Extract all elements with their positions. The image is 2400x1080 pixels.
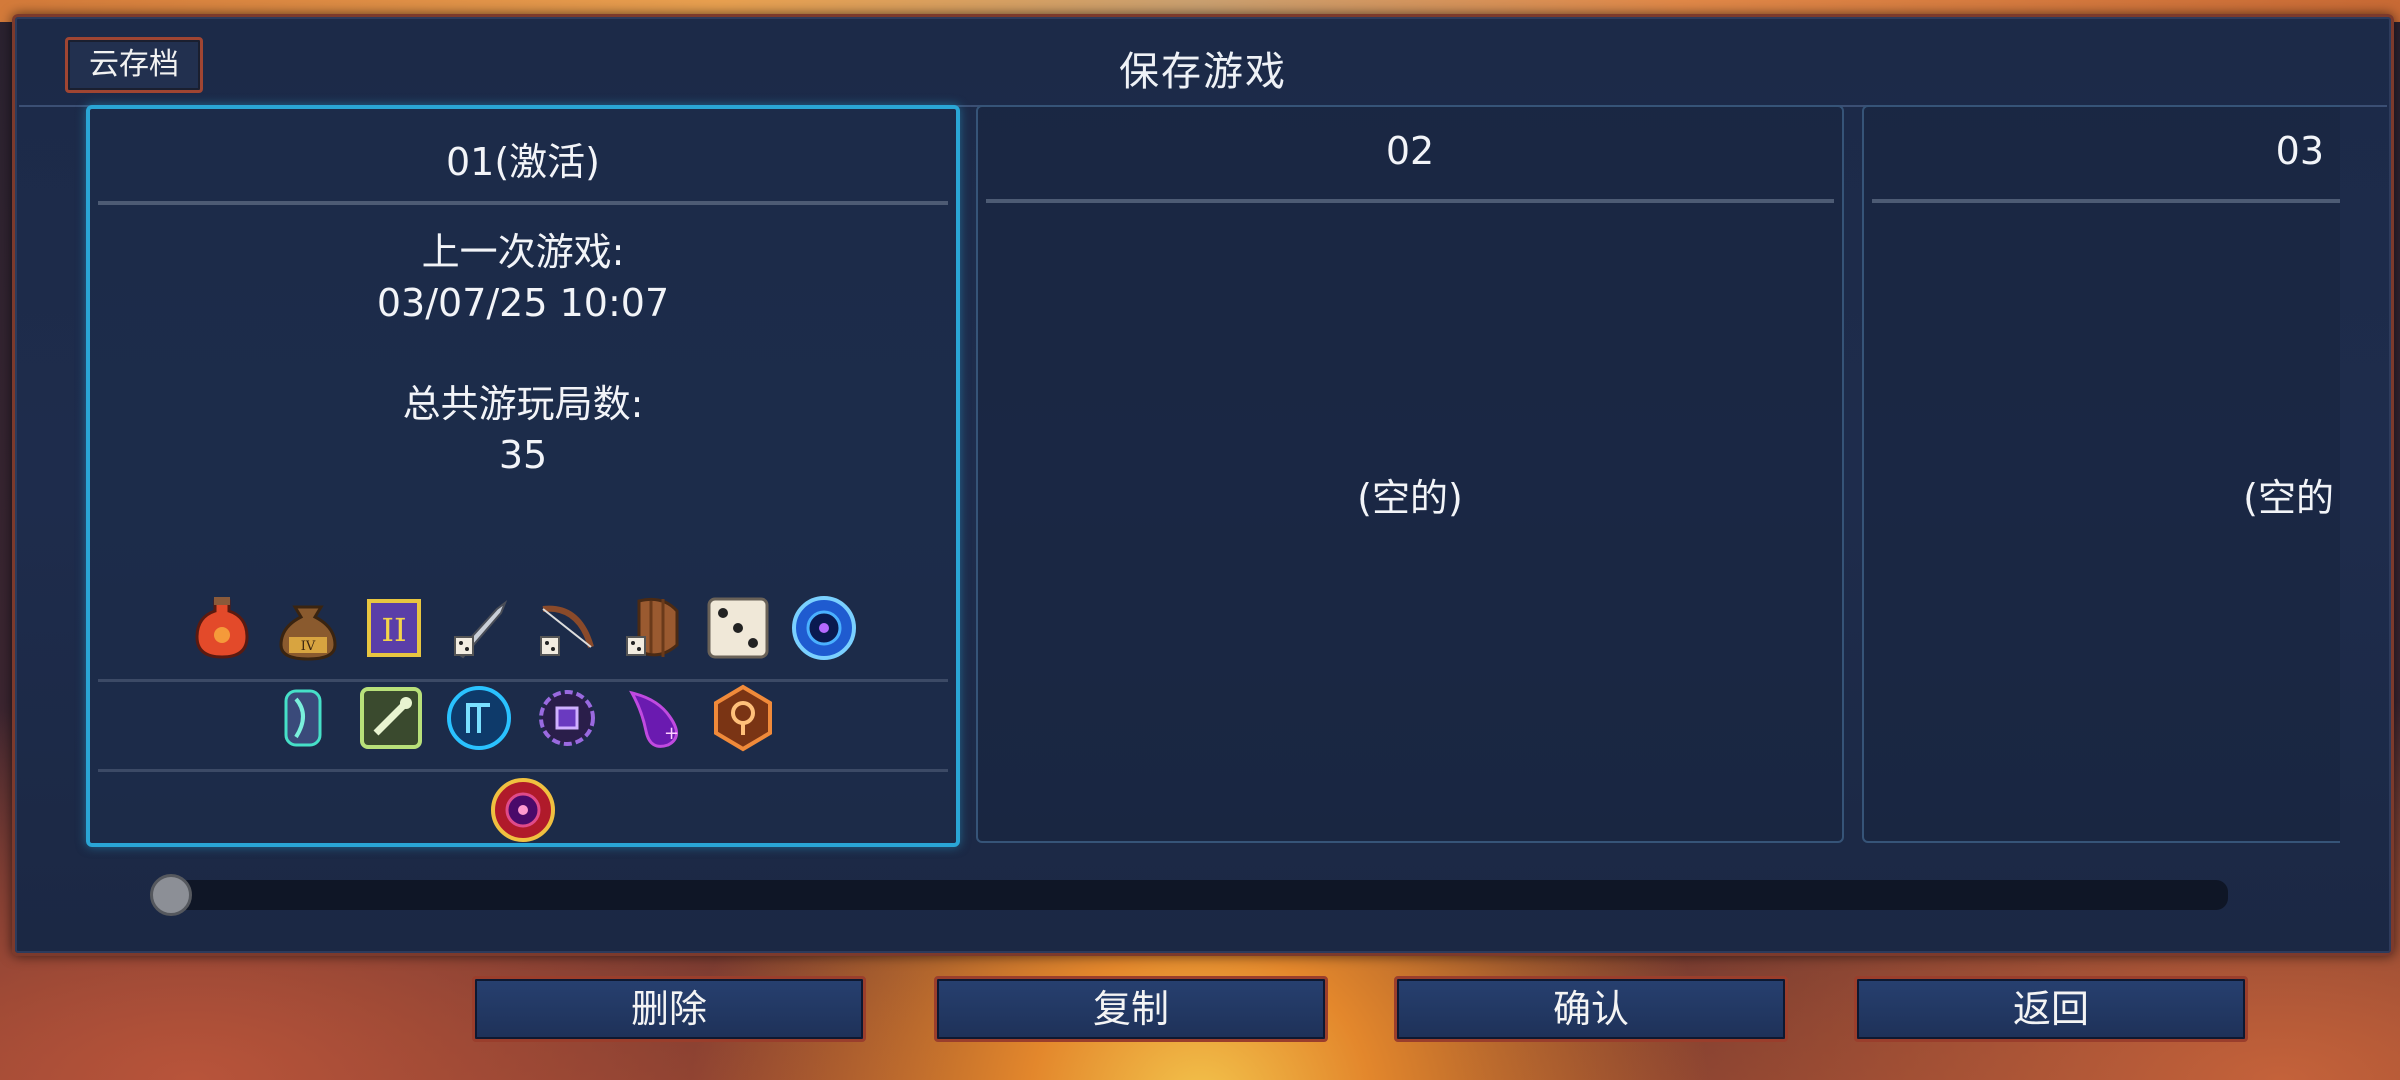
save-slot-01[interactable]: 01(激活) 上一次游戏: 03/07/25 10:07 总共游玩局数: 35 …	[86, 105, 960, 847]
svg-text:IV: IV	[301, 639, 316, 654]
purple-gear-rune-icon	[530, 681, 604, 755]
blue-rune-icon	[442, 681, 516, 755]
slot-title: 03	[2275, 129, 2324, 173]
rune-row-divider	[98, 769, 948, 772]
delete-button[interactable]: 删除	[472, 976, 866, 1042]
scrollbar-knob[interactable]	[150, 874, 192, 916]
page-title: 保存游戏	[1119, 49, 1287, 95]
slot-divider	[986, 199, 1834, 203]
vine-rune-icon	[266, 681, 340, 755]
last-played-label: 上一次游戏:	[421, 230, 625, 274]
confirm-button[interactable]: 确认	[1394, 976, 1788, 1042]
bow-icon	[529, 591, 603, 665]
shield-icon	[615, 591, 689, 665]
money-bag-icon: IV	[271, 591, 345, 665]
sword-icon	[443, 591, 517, 665]
dice-icon	[701, 591, 775, 665]
red-potion-icon	[185, 591, 259, 665]
total-runs-label: 总共游玩局数:	[402, 382, 644, 426]
last-played-value: 03/07/25 10:07	[376, 281, 670, 325]
blue-orb-icon	[787, 591, 861, 665]
copy-button[interactable]: 复制	[934, 976, 1328, 1042]
empty-slot-label: (空的)	[1357, 476, 1463, 520]
item-icons-row: IV II	[90, 591, 956, 665]
slot-divider	[1872, 199, 2340, 203]
red-eye-orb-icon	[486, 773, 560, 843]
slot-divider	[98, 201, 948, 205]
svg-text:+: +	[664, 723, 679, 744]
slot-title: 02	[1385, 129, 1435, 173]
svg-text:II: II	[381, 611, 406, 649]
rune-icons-row: +	[90, 681, 956, 755]
total-runs-value: 35	[498, 433, 548, 477]
slot-title: 01(激活)	[445, 140, 600, 184]
back-button[interactable]: 返回	[1854, 976, 2248, 1042]
empty-slot-label: (空的	[2243, 476, 2334, 520]
save-slot-03[interactable]: 03 (空的	[1862, 105, 2340, 843]
scrollbar-track[interactable]	[164, 880, 2228, 910]
boss-cell-row	[90, 773, 956, 843]
orange-rune-icon	[706, 681, 780, 755]
purple-flame-rune-icon: +	[618, 681, 692, 755]
save-slot-02[interactable]: 02 (空的)	[976, 105, 1844, 843]
wrench-rune-icon	[354, 681, 428, 755]
scroll-icon: II	[357, 591, 431, 665]
